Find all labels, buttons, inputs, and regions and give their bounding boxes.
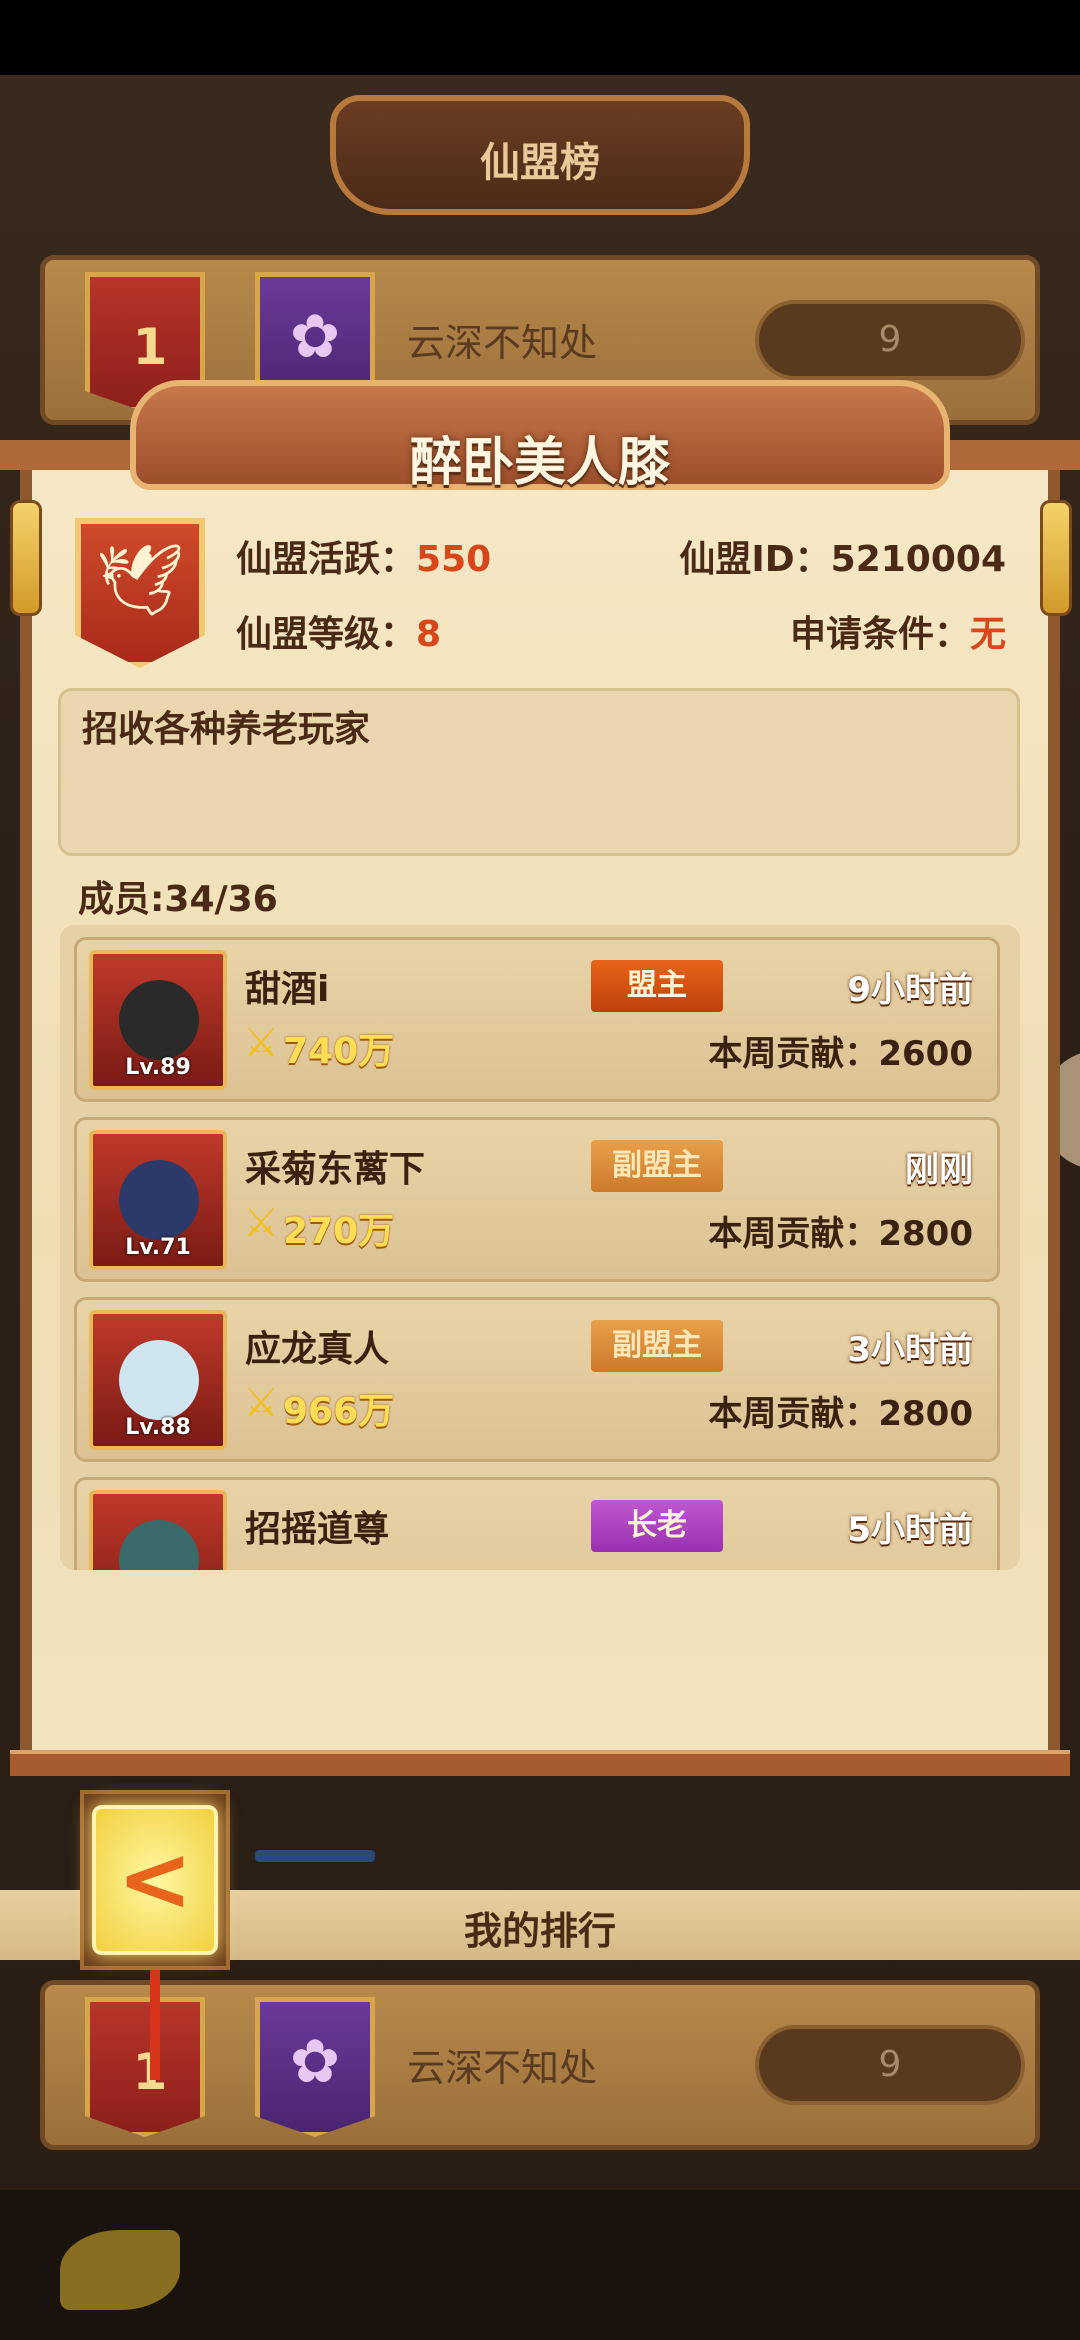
avatar: Lv.71 (89, 1130, 227, 1270)
member-power: 966万 (283, 1391, 395, 1432)
condition-value: 无 (969, 614, 1006, 655)
phoenix-icon: 🕊 (95, 539, 185, 621)
member-power: 740万 (283, 1031, 395, 1072)
role-badge: 长老 (591, 1500, 723, 1552)
last-online: 9小时前 (847, 970, 973, 1010)
role-badge: 盟主 (591, 960, 723, 1012)
crossed-swords-icon: ⚔ (243, 1020, 279, 1066)
crossed-swords-icon: ⚔ (243, 1200, 279, 1246)
avatar-face (119, 1520, 199, 1570)
guild-name: 云深不知处 (407, 321, 598, 365)
panel-bottom-border (10, 1750, 1070, 1776)
my-rank-row[interactable]: 1 ✿ 云深不知处 9 (40, 1980, 1040, 2150)
member-name: 招摇道尊 (245, 1509, 390, 1550)
id-value: 5210004 (830, 539, 1006, 580)
member-name: 采菊东蓠下 (245, 1149, 426, 1190)
last-online: 3小时前 (847, 1330, 973, 1370)
guild-name: 云深不知处 (407, 2046, 598, 2090)
member-list[interactable]: Lv.89 甜酒i ⚔ 740万 盟主 9小时前 本周贡献：2600 Lv.71… (60, 925, 1020, 1570)
id-row: 仙盟ID：5210004 (679, 530, 1006, 582)
last-online: 刚刚 (905, 1150, 973, 1190)
activity-value: 550 (416, 539, 492, 580)
role-badge: 副盟主 (591, 1320, 723, 1372)
activity-label: 仙盟活跃： (236, 539, 417, 580)
member-name: 应龙真人 (245, 1329, 390, 1370)
status-bar (0, 0, 1080, 75)
member-count: 成员:34/36 (78, 879, 278, 920)
list-item[interactable]: 招摇道尊 长老 5小时前 (74, 1477, 1000, 1570)
weekly-contribution: 本周贡献：2800 (708, 1394, 973, 1434)
guild-description: 招收各种养老玩家 (82, 709, 371, 750)
avatar (89, 1490, 227, 1570)
tassel (150, 1970, 160, 2080)
member-level: Lv.89 (125, 1055, 191, 1080)
avatar-face (119, 980, 199, 1060)
back-arrow-icon[interactable]: < (92, 1830, 218, 1930)
list-item[interactable]: Lv.88 应龙真人 ⚔ 966万 副盟主 3小时前 本周贡献：2800 (74, 1297, 1000, 1462)
level-label: 仙盟等级： (236, 614, 417, 655)
leaf-icon (60, 2230, 180, 2310)
level-value: 8 (416, 614, 442, 655)
rank-banner: 1 (85, 1997, 205, 2137)
avatar: Lv.88 (89, 1310, 227, 1450)
guild-score: 9 (755, 300, 1025, 380)
level-row: 仙盟等级：8 (236, 605, 441, 657)
activity-row: 仙盟活跃：550 (236, 530, 491, 582)
weekly-contribution: 本周贡献：2800 (708, 1214, 973, 1254)
progress-bar (255, 1850, 375, 1862)
last-online: 5小时前 (847, 1510, 973, 1550)
member-power: 270万 (283, 1211, 395, 1252)
avatar: Lv.89 (89, 950, 227, 1090)
left-pillar (10, 500, 42, 616)
right-pillar (1040, 500, 1072, 616)
member-name: 甜酒i (245, 969, 330, 1010)
lotus-icon: ✿ (255, 1997, 375, 2137)
condition-row: 申请条件：无 (790, 605, 1006, 657)
id-label: 仙盟ID： (679, 539, 831, 580)
guild-title: 醉卧美人膝 (409, 433, 670, 493)
crossed-swords-icon: ⚔ (243, 1380, 279, 1426)
list-item[interactable]: Lv.89 甜酒i ⚔ 740万 盟主 9小时前 本周贡献：2600 (74, 937, 1000, 1102)
member-level: Lv.88 (125, 1415, 191, 1440)
list-item[interactable]: Lv.71 采菊东蓠下 ⚔ 270万 副盟主 刚刚 本周贡献：2800 (74, 1117, 1000, 1282)
ranking-title: 仙盟榜 (480, 140, 600, 186)
role-badge: 副盟主 (591, 1140, 723, 1192)
avatar-face (119, 1160, 199, 1240)
weekly-contribution: 本周贡献：2600 (708, 1034, 973, 1074)
avatar-face (119, 1340, 199, 1420)
guild-score: 9 (755, 2025, 1025, 2105)
condition-label: 申请条件： (789, 614, 970, 655)
member-level: Lv.71 (125, 1235, 191, 1260)
